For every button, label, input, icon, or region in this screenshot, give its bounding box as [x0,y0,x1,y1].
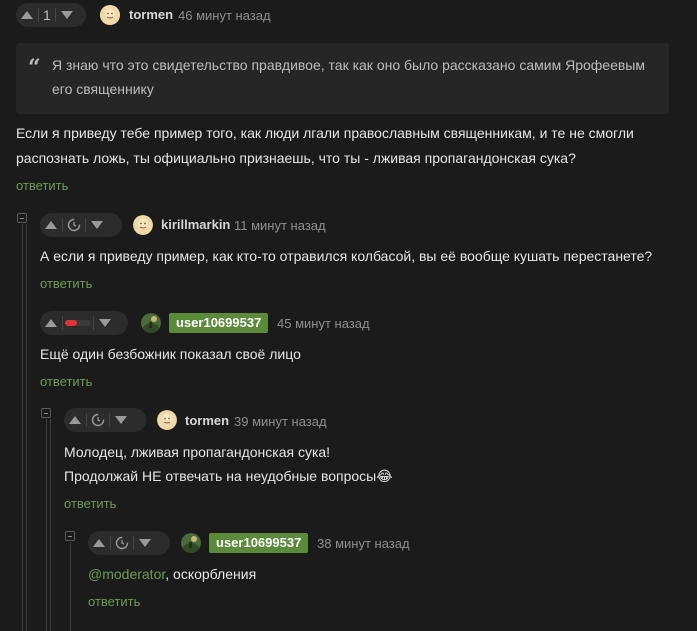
clock-icon [63,213,85,237]
rating-count: 1 [43,7,51,23]
comment-text: Молодец, лживая пропагандонская сука! [64,444,331,460]
comment-text-body: , оскорбления [165,566,257,582]
author-name[interactable]: tormen [185,413,229,428]
downvote-icon[interactable] [110,408,132,432]
avatar[interactable] [133,215,153,235]
collapse-icon[interactable] [41,408,51,418]
comment-text: А если я приведу пример, как кто-то отра… [40,248,653,264]
upvote-icon[interactable] [88,531,110,555]
rating-bar-fill [65,320,77,326]
timestamp[interactable]: 38 минут назад [317,536,410,551]
comment-text: Продолжай НЕ отвечать на неудобные вопро… [64,468,393,484]
timestamp[interactable]: 39 минут назад [234,414,327,429]
collapse-icon[interactable] [65,531,75,541]
divider [62,316,63,330]
downvote-icon[interactable] [56,3,78,27]
mention-link[interactable]: @moderator [88,566,165,582]
timestamp[interactable]: 46 минут назад [178,8,271,23]
avatar[interactable] [157,410,177,430]
author-name[interactable]: tormen [129,7,173,22]
clock-icon [87,408,109,432]
comment-text: распознать ложь, ты официально признаешь… [16,150,576,166]
thread-line [26,224,27,631]
reply-link[interactable]: ответить [40,276,92,291]
reply-link[interactable]: ответить [64,496,116,511]
thread-line [46,419,47,631]
vote-widget [64,408,146,432]
reply-link[interactable]: ответить [88,594,140,609]
vote-widget [40,311,128,335]
thread-line [70,542,71,631]
thread-line [50,419,51,631]
reply-link[interactable]: ответить [16,178,68,193]
vote-widget: 1 [16,3,86,27]
author-name[interactable]: kirillmarkin [161,217,230,232]
timestamp[interactable]: 45 минут назад [277,316,370,331]
quote-block: “ Я знаю что это свидетельство правдивое… [16,43,669,114]
author-name[interactable]: user10699537 [209,533,309,553]
comment-text: @moderator, оскорбления [88,561,256,587]
vote-widget [88,531,170,555]
author-name[interactable]: user10699537 [169,313,269,333]
timestamp[interactable]: 11 минут назад [234,218,326,233]
rating-bar [65,320,91,326]
upvote-icon[interactable] [40,213,62,237]
comment-text: Если я приведу тебе пример того, как люд… [16,125,634,141]
avatar[interactable] [100,5,120,25]
reply-link[interactable]: ответить [40,374,92,389]
upvote-icon[interactable] [16,3,38,27]
comment-text: Ещё один безбожник показал своё лицо [40,346,301,362]
avatar[interactable] [181,533,201,553]
avatar[interactable] [141,313,161,333]
quote-text: Я знаю что это свидетельство правдивое, … [52,57,645,97]
thread-line [22,224,23,631]
upvote-icon[interactable] [40,311,62,335]
collapse-icon[interactable] [17,213,27,223]
clock-icon [111,531,133,555]
downvote-icon[interactable] [86,213,108,237]
quote-icon: “ [28,55,41,81]
downvote-icon[interactable] [134,531,156,555]
downvote-icon[interactable] [94,311,116,335]
upvote-icon[interactable] [64,408,86,432]
vote-widget [40,213,122,237]
